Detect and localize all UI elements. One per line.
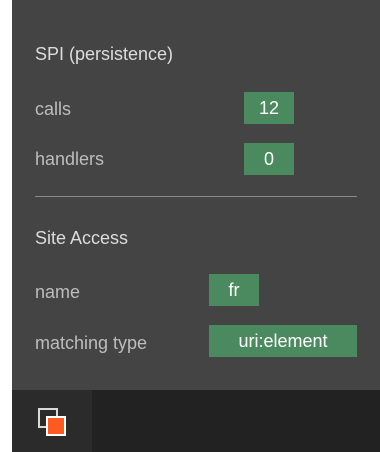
window-toggle-icon[interactable] [38, 408, 66, 436]
matching-type-label: matching type [35, 333, 148, 353]
debug-panel: SPI (persistence) calls 12 handlers 0 Si… [12, 0, 380, 390]
spi-section-title: SPI (persistence) [35, 44, 174, 64]
name-label: name [35, 282, 81, 302]
toolbar-toggle-area[interactable] [0, 390, 92, 452]
calls-label: calls [35, 99, 72, 119]
debug-toolbar [0, 390, 380, 452]
section-divider [35, 196, 357, 197]
toolbar-left-edge [0, 390, 12, 452]
handlers-label: handlers [35, 149, 105, 169]
name-value-badge: fr [209, 274, 259, 306]
handlers-value-badge: 0 [244, 143, 294, 175]
matching-type-value-badge: uri:element [209, 325, 357, 357]
site-access-section-title: Site Access [35, 228, 129, 248]
calls-value-badge: 12 [244, 92, 294, 124]
